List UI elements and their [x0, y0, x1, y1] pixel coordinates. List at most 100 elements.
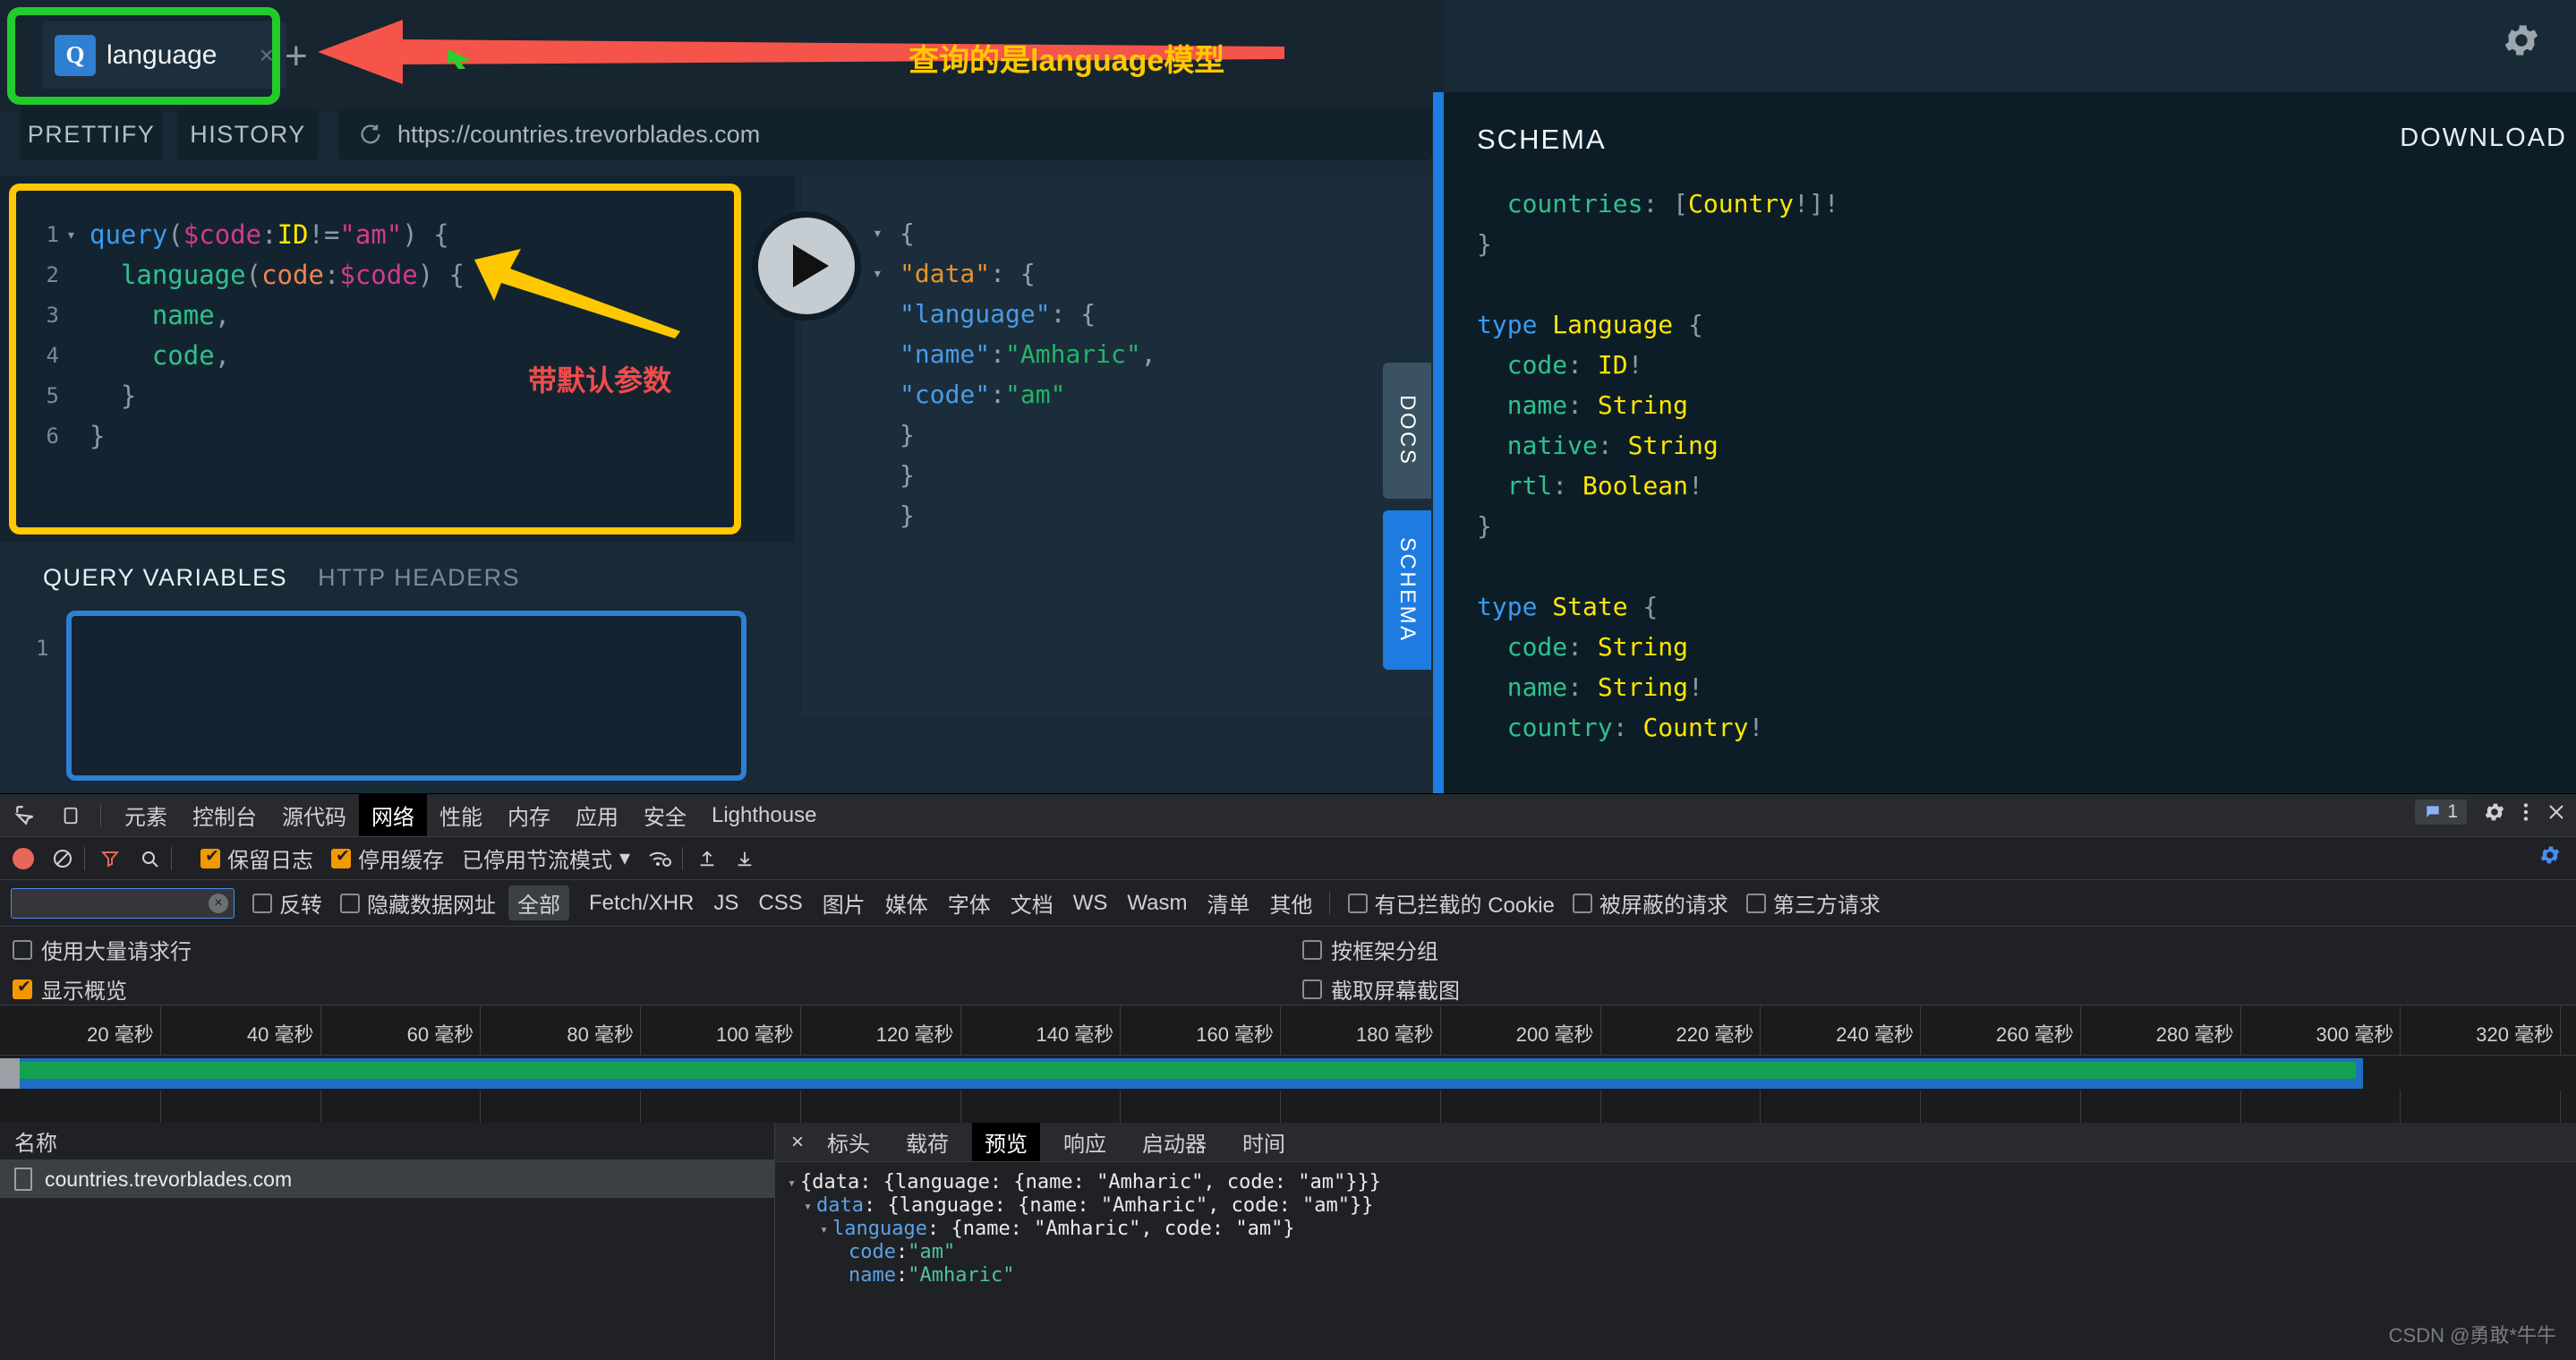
tab-docs[interactable]: DOCS — [1383, 363, 1431, 499]
inspect-icon[interactable] — [7, 797, 45, 834]
capture-screenshots-label: 截取屏幕截图 — [1331, 979, 1460, 1004]
detail-tab-时间[interactable]: 时间 — [1230, 1123, 1298, 1161]
more-vertical-icon[interactable] — [2522, 800, 2529, 824]
detail-tab-启动器[interactable]: 启动器 — [1130, 1123, 1219, 1161]
checkbox-box — [13, 977, 32, 999]
code-token: "Amharic" — [1005, 339, 1141, 369]
fold-toggle-icon[interactable]: ▾ — [820, 1218, 832, 1241]
timeline-gridline — [2560, 1091, 2562, 1123]
issues-badge[interactable]: 1 — [2415, 800, 2467, 825]
request-detail-panel: × 标头 载荷 预览 响应 启动器 时间 ▾ {data: {language: {name… — [775, 1123, 2576, 1360]
filter-input[interactable]: × — [11, 887, 235, 919]
timeline-tick: 20 毫秒 — [87, 1006, 161, 1056]
fold-toggle-icon[interactable]: ▾ — [788, 1171, 800, 1194]
network-overview[interactable]: 20 毫秒 40 毫秒 60 毫秒 80 毫秒 100 毫秒 120 毫秒 140 毫秒 16… — [0, 1006, 2576, 1123]
record-icon[interactable] — [13, 847, 34, 869]
clear-icon[interactable] — [52, 848, 73, 869]
big-request-rows-checkbox[interactable]: 使用大量请求行 — [13, 934, 192, 965]
wifi-settings-icon[interactable] — [648, 849, 672, 868]
network-filter-row: × 反转 隐藏数据网址 全部 Fetch/XHR JS CSS 图片 媒体 字体 文档 WS Wa… — [0, 880, 2576, 927]
devtools-tab-源代码[interactable]: 源代码 — [269, 794, 359, 836]
detail-tab-预览[interactable]: 预览 — [972, 1123, 1041, 1161]
code-token: countries — [1506, 189, 1643, 218]
filter-type-WS[interactable]: WS — [1073, 891, 1108, 916]
blocked-cookies-checkbox[interactable]: 有已拦截的 Cookie — [1347, 887, 1555, 919]
timeline-selection-handle[interactable] — [0, 1058, 20, 1089]
filter-type-全部[interactable]: 全部 — [508, 885, 569, 920]
tab-schema[interactable]: SCHEMA — [1383, 510, 1431, 670]
issues-count: 1 — [2447, 801, 2458, 822]
tab-http-headers[interactable]: HTTP HEADERS — [318, 564, 520, 592]
devtools-tab-控制台[interactable]: 控制台 — [180, 794, 269, 836]
filter-type-其他[interactable]: 其他 — [1270, 887, 1313, 919]
fold-toggle-icon[interactable]: ▾ — [873, 253, 900, 294]
fold-toggle-icon[interactable]: ▾ — [873, 213, 900, 253]
devtools-tab-性能[interactable]: 性能 — [427, 794, 495, 836]
download-icon[interactable] — [735, 848, 755, 869]
query-editor-code[interactable]: 1 ▾ query($code: ID! = "am") {2 language(code… — [25, 215, 465, 457]
filter-icon[interactable] — [99, 848, 121, 869]
capture-screenshots-checkbox[interactable]: 截取屏幕截图 — [1302, 973, 1460, 1005]
code-line: 1 ▾ query($code: ID! = "am") { — [25, 215, 465, 255]
fold-toggle-icon[interactable]: ▾ — [804, 1194, 816, 1218]
execute-query-button[interactable] — [752, 211, 861, 321]
upload-icon[interactable] — [697, 848, 717, 869]
preview-line: ▾ data: {language: {name: "Amharic", code… — [788, 1194, 2576, 1218]
devtools-tab-元素[interactable]: 元素 — [112, 794, 180, 836]
code-token: , — [1140, 339, 1156, 369]
history-button[interactable]: HISTORY — [177, 108, 319, 160]
close-icon[interactable]: × — [260, 41, 274, 70]
device-toolbar-icon[interactable] — [52, 797, 90, 834]
filter-type-文档[interactable]: 文档 — [1011, 887, 1053, 919]
detail-tab-标头[interactable]: 标头 — [815, 1123, 883, 1161]
add-tab-button[interactable]: + — [285, 34, 308, 79]
tab-query-variables[interactable]: QUERY VARIABLES — [43, 564, 287, 592]
devtools-right-icons: 1 — [2415, 800, 2567, 825]
devtools-tab-应用[interactable]: 应用 — [563, 794, 631, 836]
preserve-log-checkbox[interactable]: 保留日志 — [200, 843, 313, 874]
variables-input[interactable] — [66, 611, 746, 781]
detail-tab-响应[interactable]: 响应 — [1051, 1123, 1119, 1161]
invert-checkbox[interactable]: 反转 — [252, 887, 322, 919]
group-by-frame-checkbox[interactable]: 按框架分组 — [1302, 934, 1438, 965]
hide-data-urls-checkbox[interactable]: 隐藏数据网址 — [340, 887, 496, 919]
preview-line: ▾ language: {name: "Amharic", code: "am"} — [788, 1218, 2576, 1241]
gear-icon[interactable] — [2483, 800, 2506, 824]
table-row[interactable]: countries.trevorblades.com — [0, 1160, 774, 1198]
disable-cache-checkbox[interactable]: 停用缓存 — [331, 843, 444, 874]
detail-tab-载荷[interactable]: 载荷 — [893, 1123, 961, 1161]
filter-type-图片[interactable]: 图片 — [823, 887, 866, 919]
devtools-tab-网络[interactable]: 网络 — [359, 794, 427, 836]
filter-type-清单[interactable]: 清单 — [1207, 887, 1250, 919]
code-token: : — [1567, 390, 1598, 420]
filter-type-字体[interactable]: 字体 — [948, 887, 991, 919]
devtools-tab-内存[interactable]: 内存 — [495, 794, 563, 836]
devtools-tab-Lighthouse[interactable]: Lighthouse — [699, 798, 829, 834]
timeline-tick-label: 280 毫秒 — [2155, 1023, 2234, 1046]
query-tab-language[interactable]: Q language × — [42, 21, 286, 89]
search-icon[interactable] — [139, 848, 160, 869]
endpoint-url-bar[interactable]: https://countries.trevorblades.com — [338, 108, 1432, 160]
filter-type-媒体[interactable]: 媒体 — [885, 887, 928, 919]
filter-type-JS[interactable]: JS — [713, 891, 738, 916]
close-icon[interactable] — [2546, 801, 2567, 823]
third-party-checkbox[interactable]: 第三方请求 — [1745, 887, 1881, 919]
show-overview-checkbox[interactable]: 显示概览 — [13, 973, 127, 1005]
network-settings-icon[interactable] — [2538, 843, 2562, 873]
blocked-requests-checkbox[interactable]: 被屏蔽的请求 — [1572, 887, 1728, 919]
download-button[interactable]: DOWNLOAD — [2400, 124, 2567, 153]
filter-type-Fetch/XHR[interactable]: Fetch/XHR — [589, 891, 694, 916]
filter-type-Wasm[interactable]: Wasm — [1127, 891, 1187, 916]
prettify-button[interactable]: PRETTIFY — [20, 108, 163, 160]
filter-type-CSS[interactable]: CSS — [758, 891, 802, 916]
close-detail-icon[interactable]: × — [791, 1130, 804, 1155]
code-token: native — [1506, 431, 1598, 460]
fold-toggle-icon[interactable]: ▾ — [66, 215, 90, 255]
gear-icon[interactable] — [2501, 20, 2542, 61]
devtools-tab-安全[interactable]: 安全 — [631, 794, 699, 836]
clear-filter-icon[interactable]: × — [209, 893, 228, 913]
timeline-gridline — [1439, 1091, 1441, 1123]
code-token: "language" — [900, 299, 1051, 329]
throttling-select[interactable]: 已停用节流模式 ▾ — [462, 843, 630, 874]
timeline-tick-label: 60 毫秒 — [406, 1023, 474, 1046]
